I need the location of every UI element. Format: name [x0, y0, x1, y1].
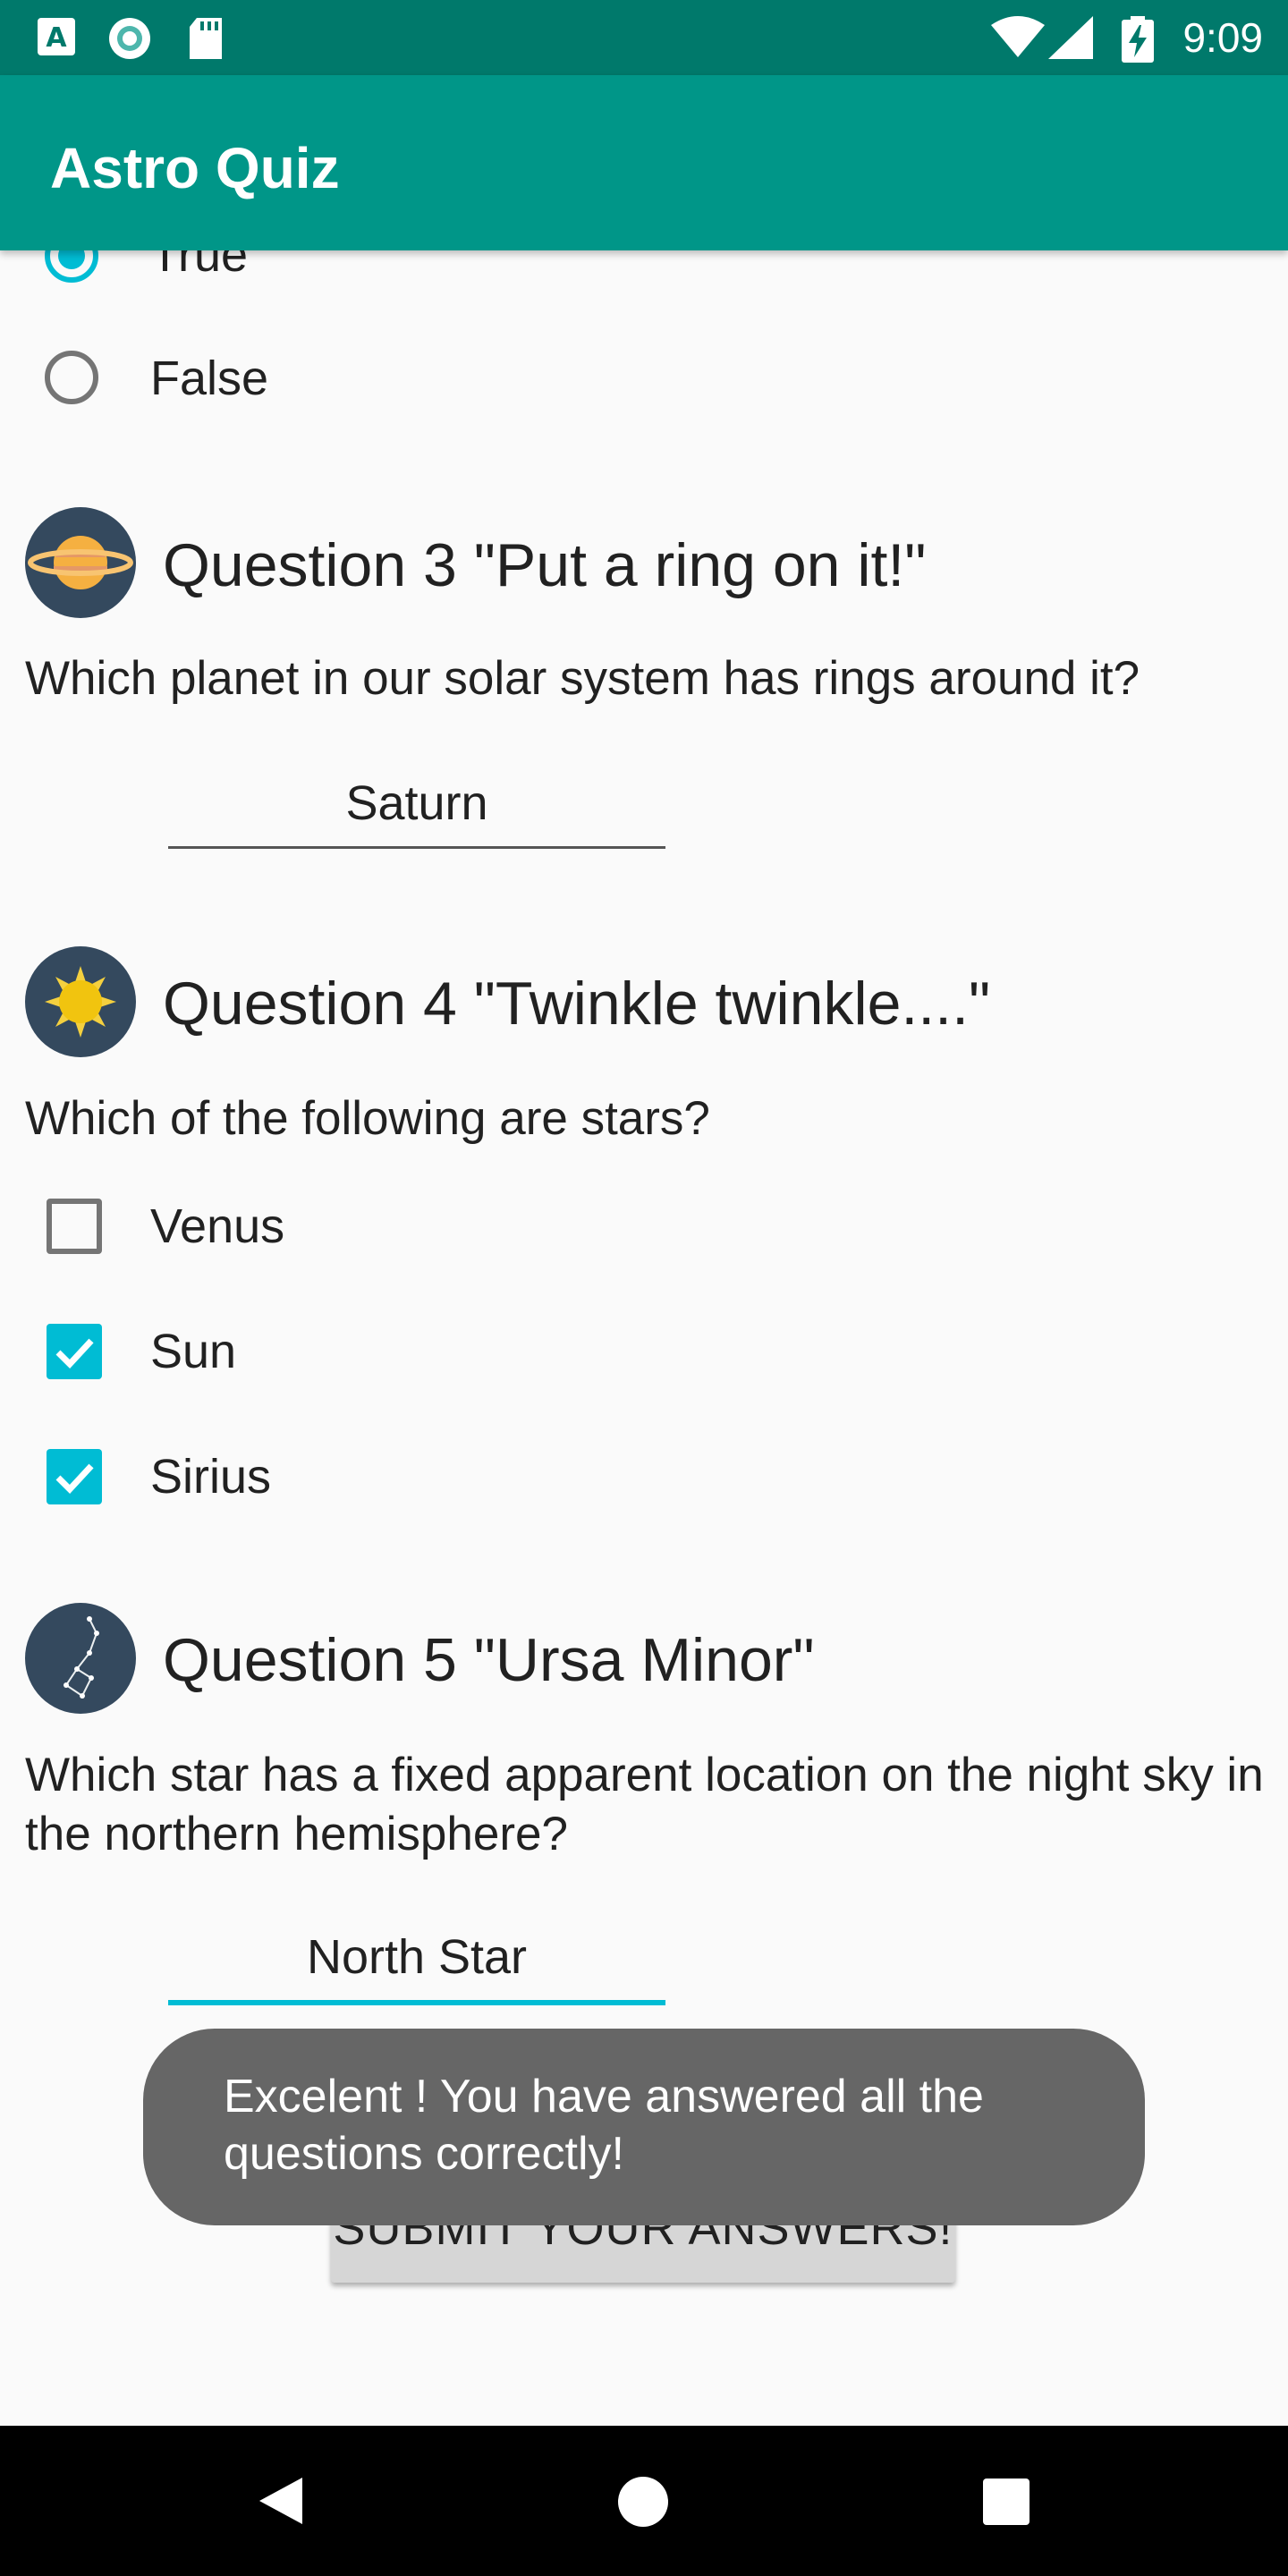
navigation-bar [0, 2426, 1288, 2576]
wifi-icon [991, 16, 1045, 57]
checkbox-sun[interactable] [47, 1324, 102, 1379]
svg-text:A: A [46, 22, 67, 54]
option-sun-label: Sun [150, 1325, 237, 1378]
status-time: 9:09 [1182, 14, 1263, 61]
cellular-signal-icon [1048, 16, 1093, 59]
question-5-answer-input[interactable]: North Star [168, 1921, 665, 2005]
option-venus-label: Venus [150, 1199, 285, 1253]
sun-icon [25, 946, 136, 1057]
question-3-answer-input[interactable]: Saturn [168, 767, 665, 849]
question-3-title: Question 3 "Put a ring on it!" [163, 531, 927, 599]
question-5-title: Question 5 "Ursa Minor" [163, 1626, 815, 1694]
saturn-icon [25, 507, 136, 618]
battery-charging-icon [1122, 16, 1154, 63]
question-5-text: Which star has a fixed apparent location… [25, 1749, 1264, 1860]
toast-text: Excelent ! You have answered all the que… [224, 2071, 984, 2180]
status-bar: A 9:09 [0, 0, 1288, 75]
radio-false[interactable] [45, 351, 98, 404]
toast-message: Excelent ! You have answered all the que… [143, 2029, 1145, 2225]
home-icon[interactable] [617, 2476, 669, 2528]
option-false-row[interactable]: False [0, 329, 1288, 436]
question-3-text: Which planet in our solar system has rin… [25, 652, 1140, 705]
option-sun-row[interactable]: Sun [0, 1299, 1288, 1406]
recents-icon[interactable] [982, 2478, 1030, 2526]
option-sirius-label: Sirius [150, 1450, 272, 1504]
checkmark-icon [55, 1463, 94, 1495]
checkmark-icon [55, 1338, 94, 1369]
checkbox-sirius[interactable] [47, 1449, 102, 1504]
app-bar: Astro Quiz [0, 75, 1288, 250]
app-title: Astro Quiz [50, 136, 340, 200]
checkbox-venus[interactable] [47, 1199, 102, 1254]
option-sirius-row[interactable]: Sirius [0, 1424, 1288, 1531]
constellation-icon [25, 1603, 136, 1714]
back-icon[interactable] [258, 2476, 304, 2526]
sync-notification-icon [109, 18, 150, 59]
question-4-text: Which of the following are stars? [25, 1092, 710, 1145]
question-4-title: Question 4 "Twinkle twinkle...." [163, 970, 991, 1038]
option-false-label: False [150, 352, 269, 405]
option-venus-row[interactable]: Venus [0, 1174, 1288, 1281]
font-notification-icon: A [38, 18, 75, 55]
sd-card-icon [190, 18, 222, 59]
